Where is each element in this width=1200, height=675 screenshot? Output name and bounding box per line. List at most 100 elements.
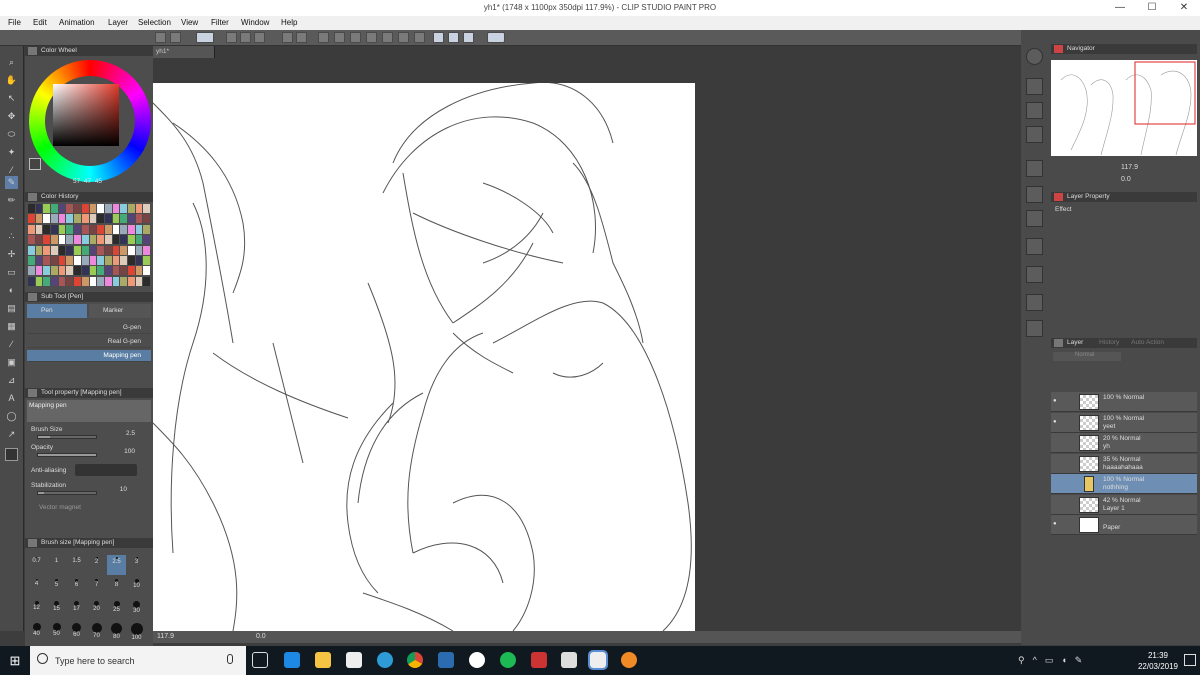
color-history-swatch[interactable] [43, 255, 51, 265]
color-history-swatch[interactable] [97, 224, 104, 234]
menu-edit[interactable]: Edit [33, 18, 47, 27]
pen-tool-icon[interactable]: ✎ [5, 176, 18, 189]
menu-window[interactable]: Window [241, 18, 269, 27]
color-history-swatch[interactable] [35, 245, 43, 255]
brush-size-option[interactable]: 40 [27, 621, 46, 641]
save-icon[interactable] [254, 32, 265, 43]
menu-icon[interactable] [170, 32, 181, 43]
undo-icon[interactable] [282, 32, 293, 43]
color-history-swatch[interactable] [43, 224, 51, 234]
tab-history[interactable]: History [1099, 339, 1119, 346]
color-history-swatch[interactable] [35, 224, 43, 234]
color-history-swatch[interactable] [120, 266, 127, 276]
color-history-swatch[interactable] [135, 235, 143, 245]
color-history-swatch[interactable] [81, 245, 89, 255]
fill-tool-icon[interactable]: ▤ [5, 302, 18, 315]
color-history-swatch[interactable] [97, 276, 104, 286]
sub-view-icon[interactable] [1026, 102, 1043, 119]
zoom-tool-icon[interactable]: ⌕ [5, 56, 18, 69]
color-history-swatch[interactable] [58, 266, 66, 276]
color-history-swatch[interactable] [43, 245, 51, 255]
brush-size-option[interactable]: 1 [47, 555, 66, 575]
color-history-swatch[interactable] [51, 235, 58, 245]
color-history-swatch[interactable] [66, 204, 74, 213]
color-history-swatch[interactable] [112, 245, 120, 255]
brush-size-option[interactable]: 20 [87, 599, 106, 619]
edge-icon[interactable] [284, 652, 300, 668]
brush-size-grid[interactable]: 0.7 1 1.5 2 2.5 3 4 5 6 7 8 10 12 15 17 20 25 30 40 50 60 70 8… [27, 551, 151, 646]
color-history-swatch[interactable] [58, 214, 66, 224]
menu-filter[interactable]: Filter [211, 18, 229, 27]
antialiasing-row[interactable]: Anti-aliasing [31, 464, 149, 482]
layer-row[interactable]: ● 100 % Normal [1051, 392, 1197, 412]
color-history-swatch[interactable] [66, 245, 74, 255]
color-history-swatch[interactable] [97, 245, 104, 255]
decoration-icon[interactable]: ✢ [5, 248, 18, 261]
color-history-swatch[interactable] [135, 276, 143, 286]
deselect-icon[interactable] [366, 32, 377, 43]
navigator-icon[interactable] [1026, 78, 1043, 95]
eye-icon[interactable] [1053, 439, 1061, 445]
color-history-swatch[interactable] [81, 204, 89, 213]
color-history-swatch[interactable] [120, 255, 127, 265]
correct-line-icon[interactable]: ↗ [5, 428, 18, 441]
color-history-swatch[interactable] [51, 255, 58, 265]
scale-icon[interactable] [334, 32, 345, 43]
brush-size-option[interactable]: 0.7 [27, 555, 46, 575]
brush-size-option[interactable]: 7 [87, 577, 106, 597]
color-history-swatch[interactable] [58, 245, 66, 255]
color-history-swatch[interactable] [35, 235, 43, 245]
color-history-swatch[interactable] [74, 214, 81, 224]
color-history-swatch[interactable] [28, 266, 35, 276]
color-history-swatch[interactable] [97, 255, 104, 265]
brush-size-option[interactable]: 4 [27, 577, 46, 597]
brush-size-option[interactable]: 3 [127, 555, 146, 575]
color-history-swatch[interactable] [51, 276, 58, 286]
color-history-swatch[interactable] [143, 204, 150, 213]
color-history-swatch[interactable] [74, 245, 81, 255]
move-layer-icon[interactable]: ✥ [5, 110, 18, 123]
color-history-swatch[interactable] [28, 214, 35, 224]
layer-row[interactable]: ● 100 % Normal yeet [1051, 412, 1197, 433]
eye-icon[interactable] [1053, 460, 1061, 466]
brush-size-option[interactable]: 5 [47, 577, 66, 597]
color-history-swatch[interactable] [28, 255, 35, 265]
eye-icon[interactable]: ● [1053, 398, 1061, 404]
task-view-icon[interactable] [252, 652, 268, 668]
color-history-swatch[interactable] [66, 224, 74, 234]
color-history-swatch[interactable] [143, 235, 150, 245]
color-history-swatch[interactable] [89, 245, 97, 255]
color-history-swatch[interactable] [97, 235, 104, 245]
brush-size-option[interactable]: 8 [107, 577, 126, 597]
subtool-mapping-pen[interactable]: Mapping pen [27, 350, 151, 362]
color-history-swatch[interactable] [135, 224, 143, 234]
color-history-swatch[interactable] [28, 235, 35, 245]
color-history-swatch[interactable] [112, 235, 120, 245]
layer-row[interactable]: ● Paper [1051, 515, 1197, 535]
color-history-swatch[interactable] [135, 204, 143, 213]
brush-size-option[interactable]: 2 [87, 555, 106, 575]
color-history-swatch[interactable] [51, 204, 58, 213]
store-icon[interactable] [346, 652, 362, 668]
taskbar-search[interactable]: Type here to search [30, 646, 246, 675]
color-history-swatch[interactable] [143, 224, 150, 234]
tab-layer[interactable]: Layer [1067, 339, 1083, 346]
tab-pen[interactable]: Pen [27, 304, 87, 318]
color-history-swatch[interactable] [74, 255, 81, 265]
clip-studio-asset-icon[interactable] [196, 32, 214, 43]
color-history-swatch[interactable] [58, 224, 66, 234]
menu-animation[interactable]: Animation [59, 18, 95, 27]
color-history-swatch[interactable] [66, 276, 74, 286]
fill-icon[interactable] [414, 32, 425, 43]
color-history-swatch[interactable] [89, 204, 97, 213]
color-history-swatch[interactable] [112, 276, 120, 286]
stabilization-slider[interactable] [37, 491, 97, 495]
subtool-gpen[interactable]: G-pen [27, 322, 151, 334]
color-history-swatch[interactable] [81, 255, 89, 265]
menu-view[interactable]: View [181, 18, 198, 27]
notifications-icon[interactable] [1184, 654, 1196, 666]
color-history-swatch[interactable] [28, 204, 35, 213]
microphone-icon[interactable] [227, 654, 233, 664]
transform-icon[interactable] [318, 32, 329, 43]
document-tab[interactable]: yh1* [153, 46, 215, 58]
